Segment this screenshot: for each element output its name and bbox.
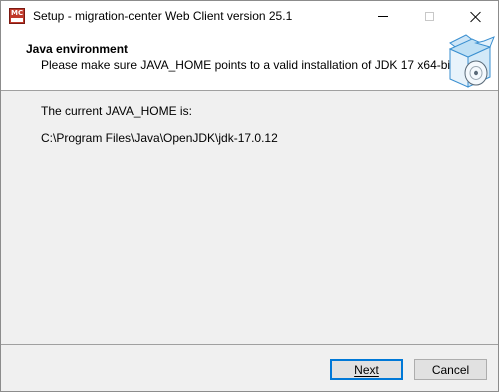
window-title: Setup - migration-center Web Client vers…	[33, 9, 293, 23]
cancel-button-label: Cancel	[431, 362, 470, 377]
footer-divider	[1, 344, 498, 345]
maximize-icon	[424, 11, 434, 21]
close-button[interactable]	[452, 1, 498, 31]
minimize-button[interactable]	[360, 1, 406, 31]
page-title: Java environment	[26, 42, 129, 56]
setup-window: MC Setup - migration-center Web Client v…	[0, 0, 499, 392]
cancel-button[interactable]: Cancel	[414, 359, 487, 380]
app-icon-bar	[11, 18, 23, 22]
next-button[interactable]: Next	[330, 359, 403, 380]
page-subtitle: Please make sure JAVA_HOME points to a v…	[41, 58, 457, 72]
app-icon-text: MC	[11, 9, 24, 17]
wizard-header: Java environment Please make sure JAVA_H…	[1, 31, 498, 91]
migration-center-app-icon: MC	[9, 8, 25, 24]
maximize-button	[406, 1, 452, 31]
close-icon	[470, 11, 481, 22]
java-home-label: The current JAVA_HOME is:	[41, 104, 192, 118]
java-home-path: C:\Program Files\Java\OpenJDK\jdk-17.0.1…	[41, 131, 278, 145]
installer-box-icon	[448, 34, 495, 88]
next-button-label: Next	[354, 362, 379, 377]
minimize-icon	[378, 15, 388, 17]
title-bar[interactable]: MC Setup - migration-center Web Client v…	[1, 1, 498, 31]
